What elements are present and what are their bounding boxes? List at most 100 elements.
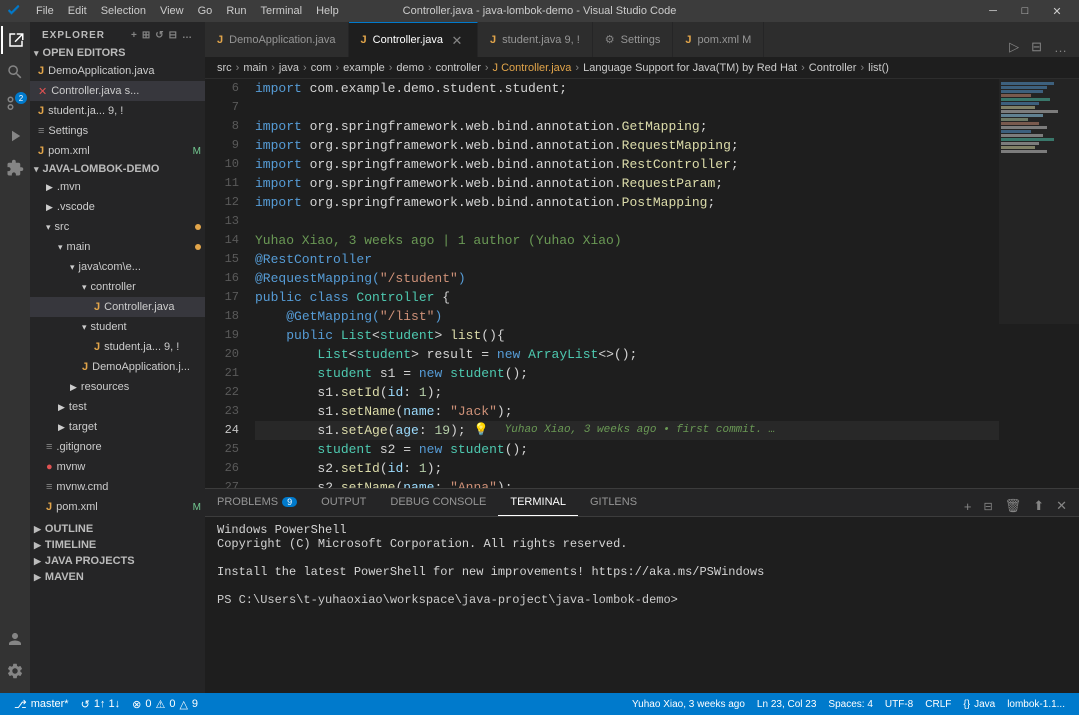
indent-status[interactable]: Spaces: 4 xyxy=(822,699,878,710)
line-num-16: 16 xyxy=(205,269,239,288)
file-student-java[interactable]: J student.ja... 9, ! xyxy=(30,337,205,357)
folder-resources[interactable]: ▶ resources xyxy=(30,377,205,397)
tab-controller[interactable]: J Controller.java ✕ xyxy=(349,22,478,57)
terminal-tab[interactable]: TERMINAL xyxy=(498,488,578,516)
code-line-26: s2.setId(id: 1); xyxy=(255,459,999,478)
language-mode-status[interactable]: {} Java xyxy=(957,699,1001,710)
breadcrumb-item[interactable]: java xyxy=(279,62,299,74)
search-activity-icon[interactable] xyxy=(1,58,29,86)
open-editor-settings[interactable]: ≡ Settings xyxy=(30,121,205,141)
breadcrumb-item[interactable]: src xyxy=(217,62,232,74)
ellipsis-icon[interactable]: … xyxy=(182,30,193,41)
lombok-status[interactable]: lombok-1.1... xyxy=(1001,699,1071,710)
new-folder-icon[interactable]: ⊞ xyxy=(142,30,151,41)
run-menu[interactable]: Run xyxy=(220,3,252,19)
refresh-icon[interactable]: ↺ xyxy=(155,30,164,41)
edit-menu[interactable]: Edit xyxy=(62,3,93,19)
file-menu[interactable]: File xyxy=(30,3,60,19)
breadcrumb-item[interactable]: J Controller.java xyxy=(493,62,572,74)
folder-controller[interactable]: ▾ controller xyxy=(30,277,205,297)
folder-src[interactable]: ▾ src xyxy=(30,217,205,237)
debug-console-tab[interactable]: DEBUG CONSOLE xyxy=(378,488,498,516)
tab-close-button[interactable]: ✕ xyxy=(449,34,465,47)
account-icon[interactable] xyxy=(1,625,29,653)
file-demoapplication[interactable]: J DemoApplication.j... xyxy=(30,357,205,377)
maximize-panel-button[interactable]: ⬆ xyxy=(1029,496,1048,516)
breadcrumb-item[interactable]: list() xyxy=(868,62,889,74)
folder-java[interactable]: ▾ java\com\e... xyxy=(30,257,205,277)
collapse-all-icon[interactable]: ⊟ xyxy=(169,30,178,41)
open-editor-student[interactable]: J student.ja... 9, ! xyxy=(30,101,205,121)
source-control-activity-icon[interactable]: 2 xyxy=(1,90,29,118)
git-blame-status[interactable]: Yuhao Xiao, 3 weeks ago xyxy=(626,699,751,710)
folder-student[interactable]: ▾ student xyxy=(30,317,205,337)
line-num-13: 13 xyxy=(205,212,239,231)
run-activity-icon[interactable] xyxy=(1,122,29,150)
manage-icon[interactable] xyxy=(1,657,29,685)
menu-bar[interactable]: File Edit Selection View Go Run Terminal… xyxy=(30,3,345,19)
problems-count-status[interactable]: ⊗ 0 ⚠ 0 △ 9 xyxy=(126,693,204,715)
open-editor-pom[interactable]: J pom.xml M xyxy=(30,141,205,161)
breadcrumb-item[interactable]: controller xyxy=(436,62,481,74)
code-content[interactable]: import com.example.demo.student.student;… xyxy=(247,79,999,488)
breadcrumb-item[interactable]: Controller xyxy=(809,62,857,74)
terminal-content[interactable]: Windows PowerShell Copyright (C) Microso… xyxy=(205,517,1079,693)
breadcrumb-item[interactable]: main xyxy=(243,62,267,74)
line-ending-status[interactable]: CRLF xyxy=(919,699,957,710)
add-terminal-button[interactable]: + xyxy=(960,497,976,516)
minimize-button[interactable]: ─ xyxy=(979,2,1007,20)
file-mvnw[interactable]: ● mvnw xyxy=(30,457,205,477)
outline-section[interactable]: ▶ OUTLINE xyxy=(30,521,205,537)
output-tab[interactable]: OUTPUT xyxy=(309,488,378,516)
problems-tab[interactable]: PROBLEMS 9 xyxy=(205,488,309,516)
close-panel-button[interactable]: ✕ xyxy=(1052,496,1071,516)
extensions-activity-icon[interactable] xyxy=(1,154,29,182)
java-file-icon: J xyxy=(94,301,100,313)
breadcrumb-item[interactable]: com xyxy=(311,62,332,74)
view-menu[interactable]: View xyxy=(154,3,190,19)
file-pomxml[interactable]: J pom.xml M xyxy=(30,497,205,517)
gitlens-tab[interactable]: GITLENS xyxy=(578,488,649,516)
git-branch-status[interactable]: ⎇ master* xyxy=(8,693,75,715)
tab-pom[interactable]: J pom.xml M xyxy=(673,22,764,57)
selection-menu[interactable]: Selection xyxy=(95,3,152,19)
maven-section[interactable]: ▶ MAVEN xyxy=(30,569,205,585)
folder-target[interactable]: ▶ target xyxy=(30,417,205,437)
folder-main[interactable]: ▾ main xyxy=(30,237,205,257)
folder-vscode[interactable]: ▶ .vscode xyxy=(30,197,205,217)
timeline-section[interactable]: ▶ TIMELINE xyxy=(30,537,205,553)
encoding-status[interactable]: UTF-8 xyxy=(879,699,919,710)
close-button[interactable]: ✕ xyxy=(1043,2,1071,20)
tab-student[interactable]: J student.java 9, ! xyxy=(478,22,593,57)
split-terminal-button[interactable]: ⊟ xyxy=(979,498,996,515)
tab-demoapplication[interactable]: J DemoApplication.java xyxy=(205,22,349,57)
error-count: 0 xyxy=(145,698,151,710)
terminal-menu[interactable]: Terminal xyxy=(255,3,309,19)
cursor-position-status[interactable]: Ln 23, Col 23 xyxy=(751,699,823,710)
folder-test[interactable]: ▶ test xyxy=(30,397,205,417)
file-controller-java[interactable]: J Controller.java xyxy=(30,297,205,317)
open-editor-controller[interactable]: ✕ Controller.java s... xyxy=(30,81,205,101)
project-section[interactable]: ▾ JAVA-LOMBOK-DEMO xyxy=(30,161,205,177)
close-file-icon[interactable]: ✕ xyxy=(38,85,47,98)
new-file-icon[interactable]: + xyxy=(131,30,138,41)
file-gitignore[interactable]: ≡ .gitignore xyxy=(30,437,205,457)
help-menu[interactable]: Help xyxy=(310,3,345,19)
file-mvnwcmd[interactable]: ≡ mvnw.cmd xyxy=(30,477,205,497)
go-menu[interactable]: Go xyxy=(192,3,219,19)
more-actions-button[interactable]: … xyxy=(1050,38,1071,57)
sync-status[interactable]: ↺ 1↑ 1↓ xyxy=(75,693,127,715)
run-button[interactable]: ▷ xyxy=(1005,37,1023,57)
maximize-button[interactable]: □ xyxy=(1011,2,1039,20)
java-projects-section[interactable]: ▶ JAVA PROJECTS xyxy=(30,553,205,569)
open-editors-section[interactable]: ▾ OPEN EDITORS xyxy=(30,45,205,61)
kill-terminal-button[interactable]: 🗑 xyxy=(1001,496,1026,516)
breadcrumb-item[interactable]: example xyxy=(343,62,385,74)
explorer-activity-icon[interactable] xyxy=(1,26,29,54)
breadcrumb-item[interactable]: demo xyxy=(396,62,424,74)
tab-settings[interactable]: ⚙ Settings xyxy=(593,22,674,57)
breadcrumb-item[interactable]: Language Support for Java(TM) by Red Hat xyxy=(583,62,797,74)
folder-mvn[interactable]: ▶ .mvn xyxy=(30,177,205,197)
split-editor-button[interactable]: ⊟ xyxy=(1027,37,1046,57)
open-editor-demoapplication[interactable]: J DemoApplication.java xyxy=(30,61,205,81)
